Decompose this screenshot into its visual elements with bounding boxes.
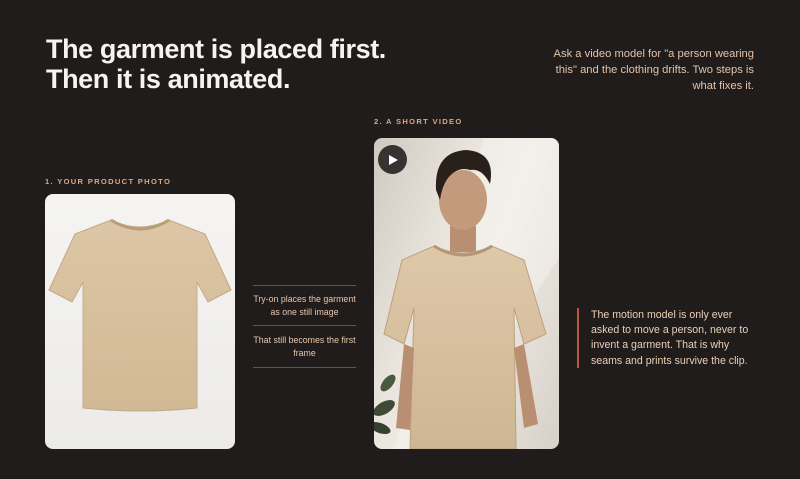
- headline-line-1: The garment is placed first.: [46, 34, 386, 64]
- tshirt-product-image: [48, 218, 232, 412]
- motion-model-note: The motion model is only ever asked to m…: [577, 308, 751, 368]
- play-icon: [388, 154, 398, 165]
- headline-line-2: Then it is animated.: [46, 64, 291, 94]
- page-title: The garment is placed first. Then it is …: [46, 34, 386, 94]
- product-photo: [45, 194, 235, 449]
- connector-divider-middle: [253, 325, 356, 326]
- step-2-label: 2. A SHORT VIDEO: [374, 117, 463, 126]
- step-1-label: 1. YOUR PRODUCT PHOTO: [45, 177, 172, 186]
- play-button[interactable]: [378, 145, 407, 174]
- motion-model-note-text: The motion model is only ever asked to m…: [591, 309, 749, 367]
- model-wearing-tshirt-image: [374, 138, 559, 449]
- connector-divider-top: [253, 285, 356, 286]
- video-preview[interactable]: [374, 138, 559, 449]
- connector-text-1: Try-on places the garment as one still i…: [253, 294, 356, 317]
- connector-text-2: That still becomes the first frame: [253, 335, 356, 358]
- connector-divider-bottom: [253, 367, 356, 368]
- intro-text: Ask a video model for "a person wearing …: [553, 48, 754, 92]
